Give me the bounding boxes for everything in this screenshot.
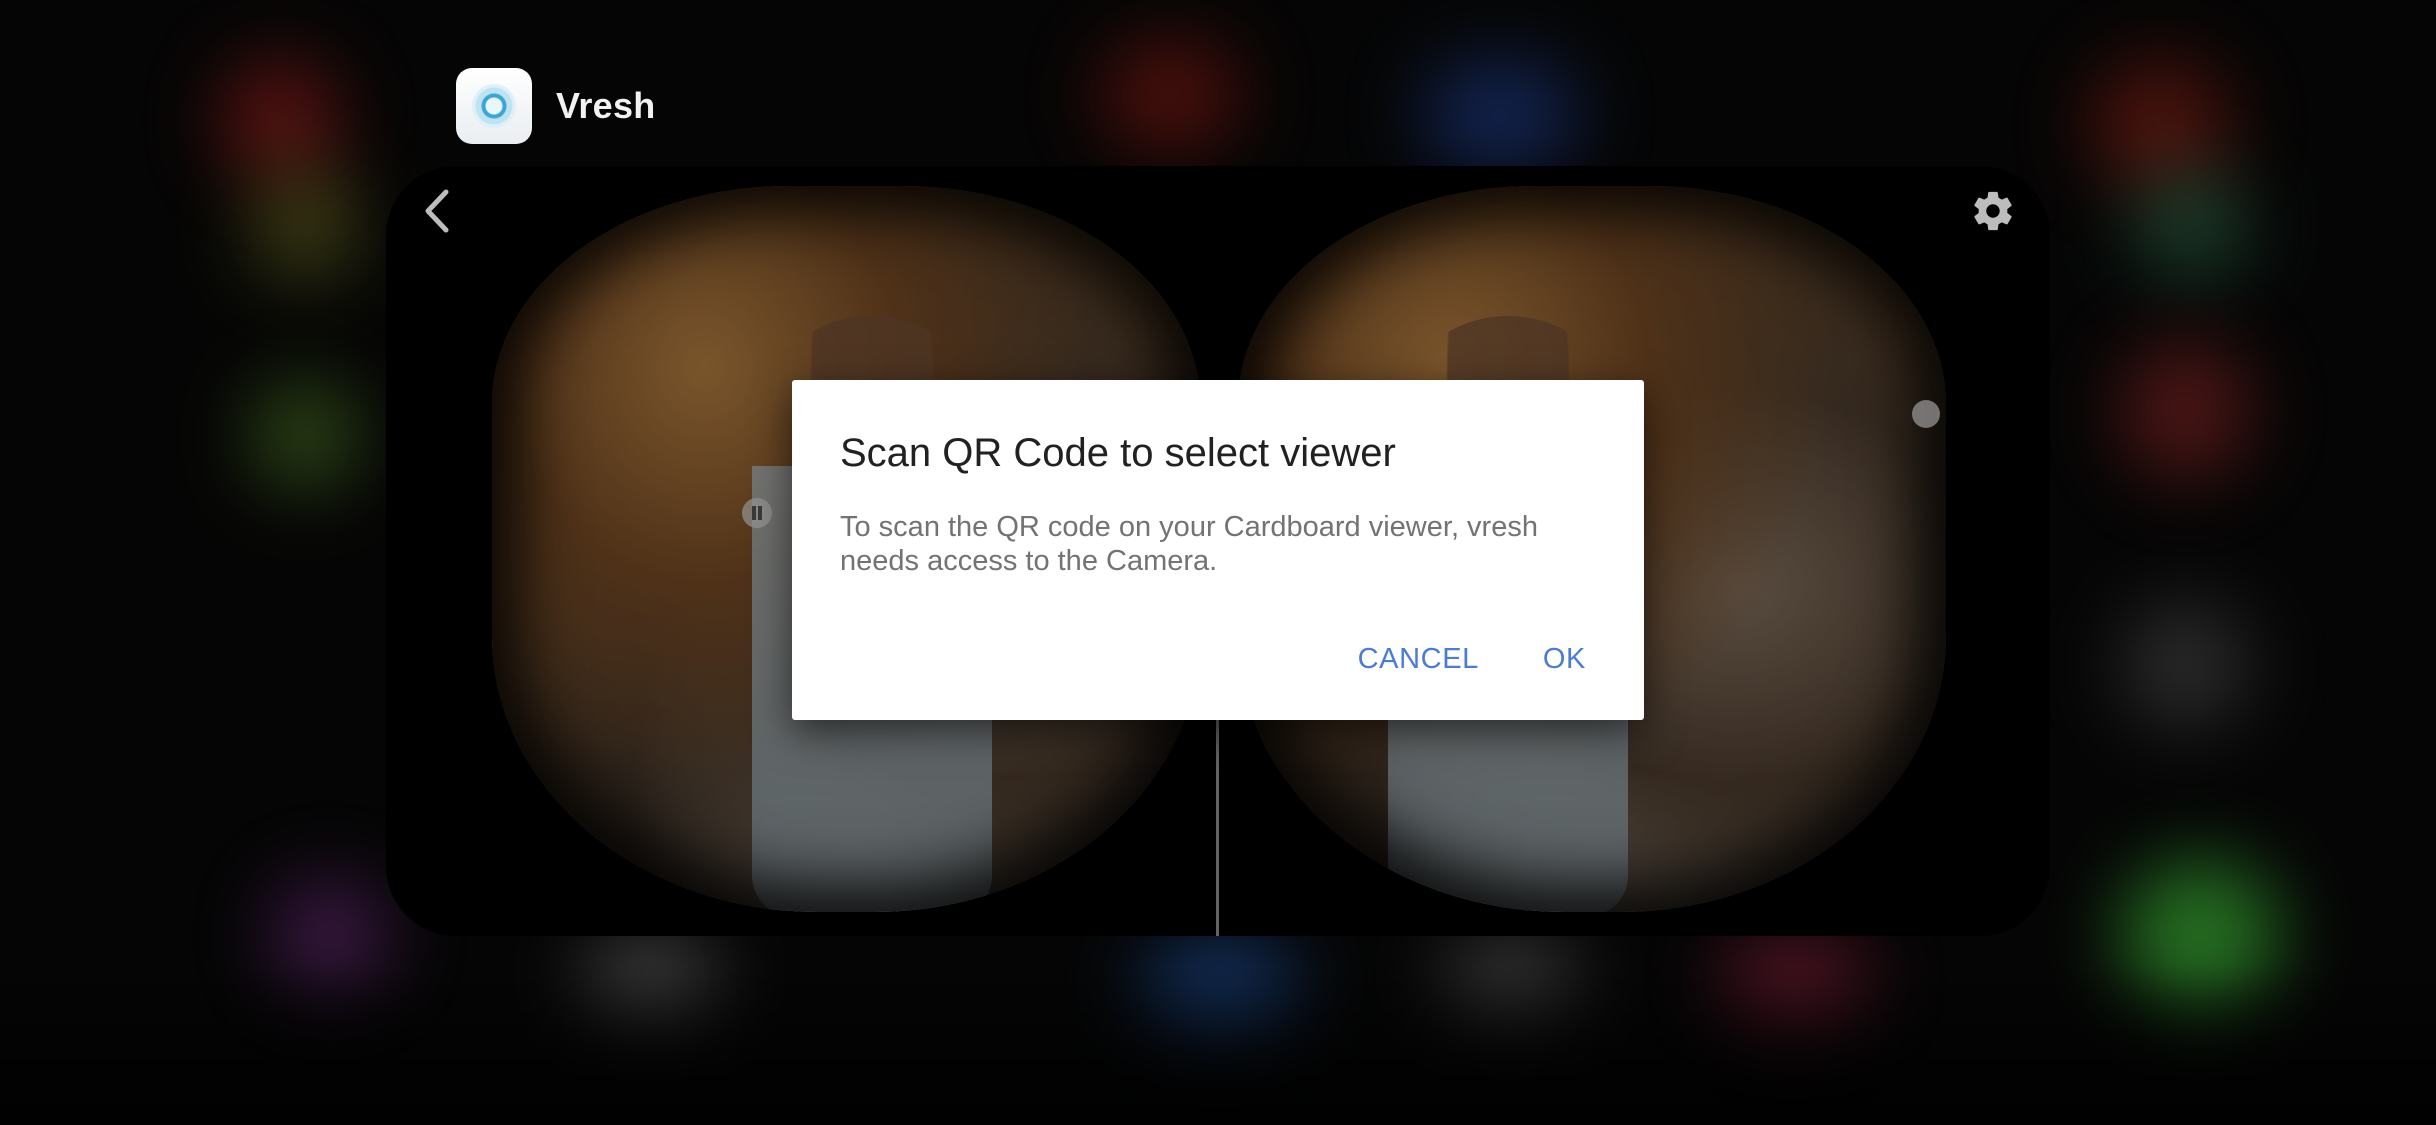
app-name-label: Vresh xyxy=(556,85,656,126)
background-app-blur xyxy=(2130,170,2250,280)
background-app-blur xyxy=(1420,60,1580,170)
dialog-title: Scan QR Code to select viewer xyxy=(840,431,1396,475)
dialog-message: To scan the QR code on your Cardboard vi… xyxy=(840,511,1538,577)
ok-button[interactable]: OK xyxy=(1531,635,1598,684)
background-app-blur xyxy=(2120,600,2250,730)
app-switcher-header[interactable]: Vresh xyxy=(456,68,656,144)
qr-permission-dialog: Scan QR Code to select viewer To scan th… xyxy=(792,380,1644,720)
dialog-actions: CANCEL OK xyxy=(1346,635,1598,684)
background-app-blur xyxy=(2120,340,2250,480)
vresh-app-icon xyxy=(456,68,532,144)
background-app-blur xyxy=(250,170,360,280)
app-switcher-screen: Vresh Scan QR Code to select viewer To s… xyxy=(0,0,2436,1125)
background-app-blur xyxy=(250,380,360,490)
background-app-blur xyxy=(2090,60,2230,190)
background-app-blur xyxy=(220,60,340,180)
background-fade xyxy=(0,965,2436,1125)
gear-icon[interactable] xyxy=(1970,188,2016,234)
app-icon-ring xyxy=(472,84,516,128)
background-app-blur xyxy=(1100,40,1240,150)
cancel-button[interactable]: CANCEL xyxy=(1346,635,1491,684)
chevron-left-icon[interactable] xyxy=(416,186,460,236)
